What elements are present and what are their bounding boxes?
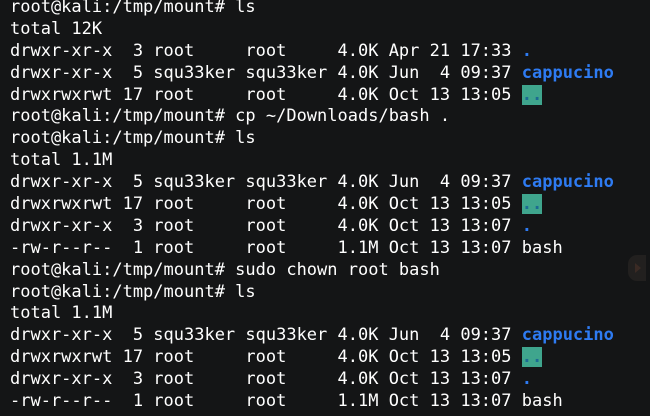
file-name: bash <box>521 237 563 258</box>
terminal-line: root@kali:/tmp/mount# cp ~/Downloads/bas… <box>10 106 451 127</box>
terminal-line: root@kali:/tmp/mount# ls <box>10 281 256 302</box>
terminal-line: total 1.1M <box>10 303 113 324</box>
terminal-line: root@kali:/tmp/mount# ls <box>10 0 256 17</box>
directory-name: cappucino <box>521 325 614 346</box>
terminal-line: drwxrwxrwt 17 root root 4.0K Oct 13 13:0… <box>10 84 543 105</box>
directory-name: . <box>521 215 532 236</box>
terminal-line: drwxr-xr-x 5 squ33ker squ33ker 4.0K Jun … <box>10 325 614 346</box>
sticky-directory-name: .. <box>521 84 543 105</box>
terminal-line: -rw-r--r-- 1 root root 1.1M Oct 13 13:07… <box>10 237 563 258</box>
terminal-line: drwxrwxrwt 17 root root 4.0K Oct 13 13:0… <box>10 194 543 215</box>
terminal-line: -rw-r--r-- 1 root root 1.1M Oct 13 13:07… <box>10 391 563 412</box>
sticky-directory-name: .. <box>521 347 543 368</box>
file-name: bash <box>521 391 563 412</box>
terminal-line: drwxrwxrwt 17 root root 4.0K Oct 13 13:0… <box>10 347 543 368</box>
terminal-line: drwxr-xr-x 5 squ33ker squ33ker 4.0K Jun … <box>10 62 614 83</box>
terminal-line: drwxr-xr-x 5 squ33ker squ33ker 4.0K Jun … <box>10 172 614 193</box>
directory-name: cappucino <box>521 172 614 193</box>
sticky-directory-name: .. <box>521 194 543 215</box>
terminal-line: total 12K <box>10 18 103 39</box>
terminal-line: drwxr-xr-x 3 root root 4.0K Oct 13 13:07… <box>10 369 532 390</box>
terminal-line: drwxr-xr-x 3 root root 4.0K Oct 13 13:07… <box>10 215 532 236</box>
directory-name: . <box>521 369 532 390</box>
terminal-output[interactable]: root@kali:/tmp/mount# ls total 12K drwxr… <box>0 0 650 413</box>
play-triangle-icon[interactable] <box>628 255 646 281</box>
directory-name: . <box>521 40 532 61</box>
terminal-line: root@kali:/tmp/mount# sudo chown root ba… <box>10 259 440 280</box>
terminal-line: root@kali:/tmp/mount# ls <box>10 128 256 149</box>
terminal-line: drwxr-xr-x 3 root root 4.0K Apr 21 17:33… <box>10 40 532 61</box>
terminal-line: total 1.1M <box>10 150 113 171</box>
directory-name: cappucino <box>521 62 614 83</box>
